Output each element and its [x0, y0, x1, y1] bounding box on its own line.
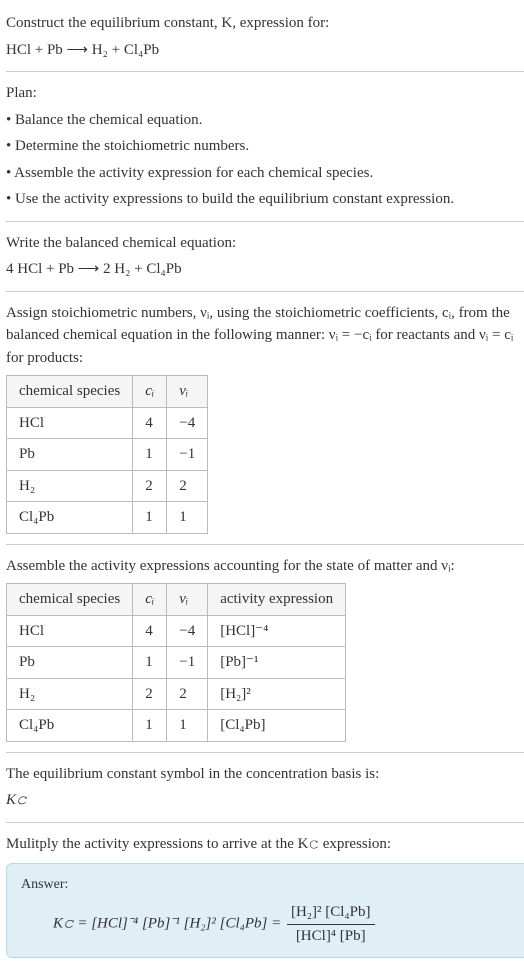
cell-ci: 4: [133, 615, 167, 647]
assemble-text: Assemble the activity expressions accoun…: [6, 555, 524, 578]
divider: [6, 544, 524, 545]
col-vi: νᵢ: [167, 584, 208, 616]
cell-species: H₂: [7, 678, 133, 710]
cell-species: HCl: [7, 615, 133, 647]
answer-label: Answer:: [21, 874, 515, 895]
cell-activity: [H₂]²: [208, 678, 346, 710]
cell-ci: 4: [133, 407, 167, 439]
table-header-row: chemical species cᵢ νᵢ activity expressi…: [7, 584, 346, 616]
table-header-row: chemical species cᵢ νᵢ: [7, 376, 208, 408]
col-species: chemical species: [7, 376, 133, 408]
col-vi: νᵢ: [167, 376, 208, 408]
kc-symbol: K𝚌: [6, 789, 524, 812]
cell-species: Cl₄Pb: [7, 502, 133, 534]
cell-ci: 1: [133, 710, 167, 742]
cell-species: Cl₄Pb: [7, 710, 133, 742]
table-row: HCl 4 −4 [HCl]⁻⁴: [7, 615, 346, 647]
cell-vi: 2: [167, 470, 208, 502]
cell-species: HCl: [7, 407, 133, 439]
cell-vi: −1: [167, 647, 208, 679]
col-ci: cᵢ: [133, 376, 167, 408]
answer-expression: K𝚌 = [HCl]⁻⁴ [Pb]⁻¹ [H₂]² [Cl₄Pb] = [H₂]…: [21, 901, 515, 947]
col-species: chemical species: [7, 584, 133, 616]
stoich-table: chemical species cᵢ νᵢ HCl 4 −4 Pb 1 −1 …: [6, 375, 208, 534]
table-row: Pb 1 −1 [Pb]⁻¹: [7, 647, 346, 679]
cell-vi: 1: [167, 502, 208, 534]
balanced-reaction: 4 HCl + Pb ⟶ 2 H₂ + Cl₄Pb: [6, 258, 524, 281]
divider: [6, 221, 524, 222]
cell-activity: [Pb]⁻¹: [208, 647, 346, 679]
cell-activity: [Cl₄Pb]: [208, 710, 346, 742]
answer-fraction: [H₂]² [Cl₄Pb] [HCl]⁴ [Pb]: [287, 901, 375, 947]
cell-vi: 1: [167, 710, 208, 742]
divider: [6, 71, 524, 72]
divider: [6, 752, 524, 753]
answer-box: Answer: K𝚌 = [HCl]⁻⁴ [Pb]⁻¹ [H₂]² [Cl₄Pb…: [6, 863, 524, 958]
prompt-line1: Construct the equilibrium constant, K, e…: [6, 12, 524, 35]
activity-table: chemical species cᵢ νᵢ activity expressi…: [6, 583, 346, 742]
answer-lhs: K𝚌 = [HCl]⁻⁴ [Pb]⁻¹ [H₂]² [Cl₄Pb] =: [53, 915, 285, 931]
plan-item: • Assemble the activity expression for e…: [6, 162, 524, 185]
cell-ci: 1: [133, 439, 167, 471]
table-row: Cl₄Pb 1 1 [Cl₄Pb]: [7, 710, 346, 742]
plan-item: • Balance the chemical equation.: [6, 109, 524, 132]
divider: [6, 822, 524, 823]
fraction-numerator: [H₂]² [Cl₄Pb]: [287, 901, 375, 925]
cell-vi: −1: [167, 439, 208, 471]
multiply-text: Mulitply the activity expressions to arr…: [6, 833, 524, 856]
kc-basis-text: The equilibrium constant symbol in the c…: [6, 763, 524, 786]
col-ci: cᵢ: [133, 584, 167, 616]
divider: [6, 291, 524, 292]
cell-species: Pb: [7, 439, 133, 471]
cell-vi: 2: [167, 678, 208, 710]
balanced-prompt: Write the balanced chemical equation:: [6, 232, 524, 255]
table-row: H₂ 2 2 [H₂]²: [7, 678, 346, 710]
cell-activity: [HCl]⁻⁴: [208, 615, 346, 647]
table-row: Pb 1 −1: [7, 439, 208, 471]
table-row: HCl 4 −4: [7, 407, 208, 439]
fraction-denominator: [HCl]⁴ [Pb]: [287, 925, 375, 948]
cell-vi: −4: [167, 615, 208, 647]
table-row: Cl₄Pb 1 1: [7, 502, 208, 534]
cell-ci: 2: [133, 678, 167, 710]
table-row: H₂ 2 2: [7, 470, 208, 502]
cell-ci: 2: [133, 470, 167, 502]
plan-item: • Determine the stoichiometric numbers.: [6, 135, 524, 158]
unbalanced-reaction: HCl + Pb ⟶ H₂ + Cl₄Pb: [6, 39, 524, 62]
cell-species: Pb: [7, 647, 133, 679]
plan-heading: Plan:: [6, 82, 524, 105]
plan-item: • Use the activity expressions to build …: [6, 188, 524, 211]
cell-vi: −4: [167, 407, 208, 439]
assign-text: Assign stoichiometric numbers, νᵢ, using…: [6, 302, 524, 370]
cell-species: H₂: [7, 470, 133, 502]
cell-ci: 1: [133, 647, 167, 679]
cell-ci: 1: [133, 502, 167, 534]
col-activity: activity expression: [208, 584, 346, 616]
